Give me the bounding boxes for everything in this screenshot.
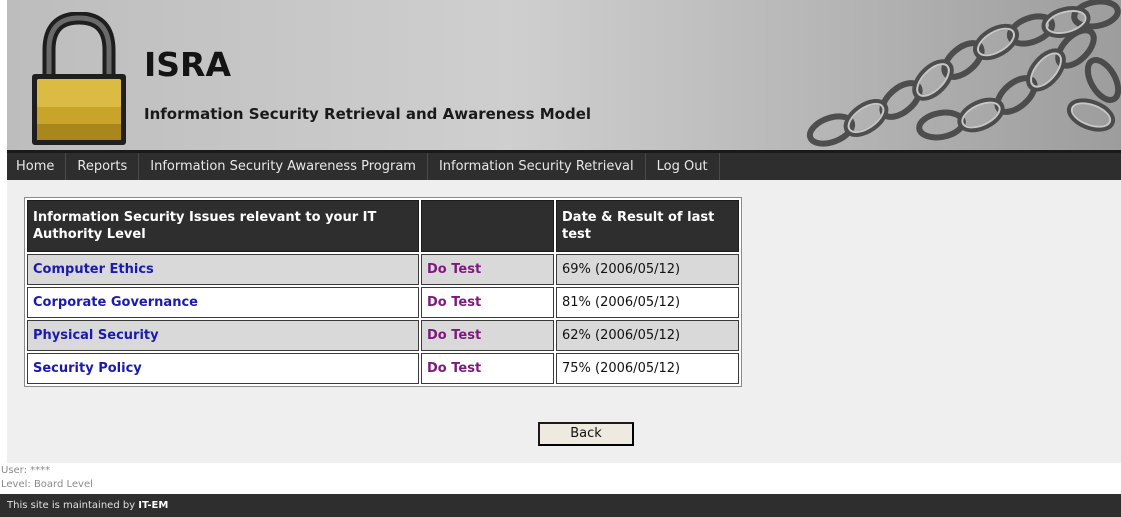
table-row: Corporate Governance Do Test 81% (2006/0… — [27, 287, 739, 318]
last-test-result: 69% (2006/05/12) — [556, 254, 739, 285]
last-test-result: 75% (2006/05/12) — [556, 353, 739, 384]
user-label: User: **** — [1, 465, 51, 476]
do-test-link[interactable]: Do Test — [427, 295, 481, 310]
topic-link-physical-security[interactable]: Physical Security — [33, 328, 159, 343]
header-issues: Information Security Issues relevant to … — [27, 200, 419, 252]
table-row: Physical Security Do Test 62% (2006/05/1… — [27, 320, 739, 351]
nav-reports[interactable]: Reports — [66, 153, 140, 180]
header-action — [421, 200, 554, 252]
table-row: Security Policy Do Test 75% (2006/05/12) — [27, 353, 739, 384]
last-test-result: 62% (2006/05/12) — [556, 320, 739, 351]
table-header-row: Information Security Issues relevant to … — [27, 200, 739, 252]
topic-link-corporate-governance[interactable]: Corporate Governance — [33, 295, 198, 310]
topic-link-computer-ethics[interactable]: Computer Ethics — [33, 262, 154, 277]
back-button[interactable]: Back — [538, 422, 634, 446]
do-test-link[interactable]: Do Test — [427, 361, 481, 376]
footer-org: IT-EM — [138, 500, 169, 511]
nav-awareness-program[interactable]: Information Security Awareness Program — [139, 153, 428, 180]
do-test-link[interactable]: Do Test — [427, 262, 481, 277]
footer: This site is maintained by IT-EM — [0, 494, 1121, 517]
main-nav: Home Reports Information Security Awaren… — [7, 150, 1121, 180]
header-last-test: Date & Result of last test — [556, 200, 739, 252]
issues-table: Information Security Issues relevant to … — [24, 197, 742, 387]
topic-link-security-policy[interactable]: Security Policy — [33, 361, 142, 376]
chains-image — [791, 0, 1121, 150]
nav-security-retrieval[interactable]: Information Security Retrieval — [428, 153, 646, 180]
do-test-link[interactable]: Do Test — [427, 328, 481, 343]
level-label: Level: Board Level — [1, 479, 93, 490]
app-subtitle: Information Security Retrieval and Aware… — [144, 105, 592, 123]
footer-text: This site is maintained by — [7, 500, 139, 511]
app-title: ISRA — [144, 45, 231, 84]
padlock-icon — [29, 11, 129, 147]
table-row: Computer Ethics Do Test 69% (2006/05/12) — [27, 254, 739, 285]
nav-log-out[interactable]: Log Out — [646, 153, 720, 180]
last-test-result: 81% (2006/05/12) — [556, 287, 739, 318]
content-area: Information Security Issues relevant to … — [7, 180, 1121, 463]
user-info: User: **** Level: Board Level — [0, 463, 1121, 494]
nav-home[interactable]: Home — [7, 153, 67, 180]
header-banner: ISRA Information Security Retrieval and … — [0, 0, 1121, 150]
